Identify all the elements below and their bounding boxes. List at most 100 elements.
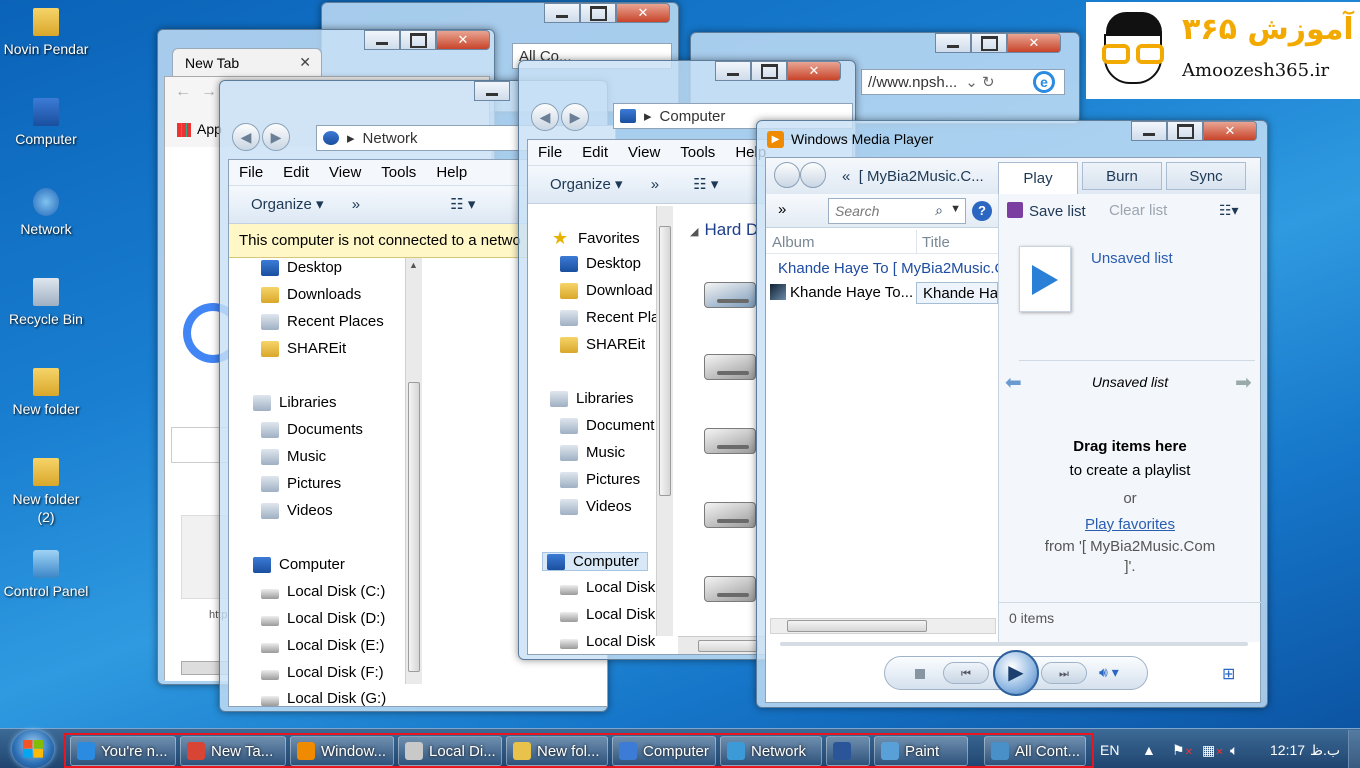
show-hidden-icons-icon[interactable]: ▲ [1142, 742, 1156, 758]
seek-bar[interactable] [780, 642, 1248, 646]
minimize-button[interactable] [1131, 121, 1167, 141]
desktop-icon-network[interactable]: Network [0, 188, 92, 238]
nav-item[interactable]: SHAREit [261, 340, 346, 357]
next-icon[interactable]: ⏭ [1041, 662, 1087, 684]
tab-burn[interactable]: Burn [1082, 162, 1162, 190]
nav-item[interactable]: Libraries [550, 390, 634, 407]
drive-icon[interactable] [704, 576, 756, 602]
drive-icon[interactable] [704, 354, 756, 380]
stop-icon[interactable] [915, 669, 925, 679]
tab-sync[interactable]: Sync [1166, 162, 1246, 190]
show-desktop-button[interactable] [1348, 730, 1360, 768]
view-options-icon[interactable]: ☷ ▾ [693, 176, 718, 193]
taskbar-button[interactable] [826, 736, 870, 766]
more-commands-icon[interactable]: » [352, 196, 360, 213]
back-button[interactable]: ◀ [232, 123, 260, 151]
maximize-button[interactable] [751, 61, 787, 81]
forward-button[interactable]: ▶ [262, 123, 290, 151]
nav-vertical-scrollbar[interactable] [656, 206, 673, 636]
menu-edit[interactable]: Edit [572, 140, 618, 165]
volume-icon[interactable]: 🔊︎ ▾ [1099, 664, 1119, 681]
forward-arrow-icon[interactable]: → [201, 83, 217, 101]
nav-item[interactable]: Local Disk (E:) [261, 637, 385, 654]
play-button[interactable]: ▶ [993, 650, 1039, 696]
refresh-icon[interactable]: ⌄ ↻ [965, 73, 994, 91]
nav-item[interactable]: Music [560, 444, 625, 461]
taskbar-button[interactable]: You're n... [70, 736, 176, 766]
organize-button[interactable]: Organize ▾ [251, 196, 324, 213]
play-favorites-link[interactable]: Play favorites [999, 516, 1261, 533]
menu-help[interactable]: Help [426, 160, 477, 185]
desktop-icon-recycle-bin[interactable]: Recycle Bin [0, 278, 92, 328]
view-options-icon[interactable]: ☷ ▾ [450, 196, 475, 213]
nav-item[interactable]: Videos [261, 502, 333, 519]
close-tab-icon[interactable]: ✕ [299, 54, 311, 71]
nav-item[interactable]: Desktop [261, 259, 342, 276]
scroll-thumb[interactable] [659, 226, 671, 496]
list-options-icon[interactable]: ☷▾ [1219, 202, 1239, 219]
next-list-arrow-icon[interactable]: ➡ [1235, 370, 1252, 395]
minimize-button[interactable] [935, 33, 971, 53]
drive-icon[interactable] [704, 428, 756, 454]
nav-vertical-scrollbar[interactable]: ▲ [405, 258, 422, 684]
taskbar-button[interactable]: Local Di... [398, 736, 502, 766]
nav-item[interactable]: Desktop [560, 255, 641, 272]
chevron-down-icon[interactable]: ▼ [950, 203, 961, 215]
minimize-button[interactable] [715, 61, 751, 81]
menu-tools[interactable]: Tools [371, 160, 426, 185]
more-commands-icon[interactable]: » [651, 176, 659, 193]
previous-icon[interactable]: ⏮ [943, 662, 989, 684]
nav-item[interactable]: Recent Places [261, 313, 384, 330]
scroll-up-icon[interactable]: ▲ [409, 260, 418, 270]
collapse-icon[interactable]: ◢ [690, 226, 698, 238]
drive-icon[interactable] [704, 282, 756, 308]
forward-button[interactable]: ▶ [561, 103, 589, 131]
menu-file[interactable]: File [528, 140, 572, 165]
help-icon[interactable]: ? [972, 201, 992, 221]
taskbar-button[interactable]: Network [720, 736, 822, 766]
back-arrow-icon[interactable]: ← [175, 83, 191, 101]
nav-item[interactable]: Documents [261, 421, 363, 438]
organize-button[interactable]: Organize ▾ [550, 176, 623, 193]
taskbar-button[interactable]: New fol... [506, 736, 608, 766]
desktop-icon-control-panel[interactable]: Control Panel [0, 550, 92, 600]
taskbar-button[interactable]: Window... [290, 736, 394, 766]
start-button[interactable] [12, 730, 54, 768]
back-button[interactable]: ◀ [531, 103, 559, 131]
nav-item[interactable]: Local Disk (G:) [261, 690, 386, 707]
nav-item[interactable]: Download [560, 282, 653, 299]
scroll-thumb[interactable] [787, 620, 927, 632]
taskbar-button[interactable]: All Cont... [984, 736, 1086, 766]
clock-time[interactable]: 12:17 [1270, 742, 1305, 758]
minimize-button[interactable] [364, 30, 400, 50]
menu-edit[interactable]: Edit [273, 160, 319, 185]
library-horizontal-scrollbar[interactable] [770, 618, 996, 634]
maximize-button[interactable] [580, 3, 616, 23]
desktop-icon-new-folder-2[interactable]: New folder (2) [0, 458, 92, 526]
nav-item[interactable]: Pictures [560, 471, 640, 488]
nav-item[interactable]: Computer [542, 552, 648, 571]
drive-icon[interactable] [704, 502, 756, 528]
ie-icon[interactable]: e [1033, 71, 1055, 93]
nav-item[interactable]: Local Disk (F:) [261, 664, 384, 681]
action-center-flag-icon[interactable]: ⚑✕ [1172, 742, 1193, 759]
switch-to-now-playing-icon[interactable]: ⊞ [1222, 664, 1235, 684]
search-input[interactable]: Search ⌕ ▼ [828, 198, 966, 224]
minimize-button[interactable] [474, 81, 510, 101]
clear-list-button[interactable]: Clear list [1109, 202, 1167, 219]
chrome-tab[interactable]: New Tab ✕ [172, 48, 322, 76]
menu-tools[interactable]: Tools [670, 140, 725, 165]
desktop-icon-computer[interactable]: Computer [0, 98, 92, 148]
minimize-button[interactable] [544, 3, 580, 23]
nav-item[interactable]: Recent Pla [560, 309, 656, 326]
desktop-icon-novin-pendar[interactable]: Novin Pendar [0, 8, 92, 58]
table-row[interactable]: Khande Haye To... Khande Hay [766, 280, 998, 306]
taskbar-button[interactable]: New Ta... [180, 736, 286, 766]
nav-item[interactable]: Local Disk [560, 579, 655, 596]
wmp-window[interactable]: ▶ Windows Media Player ✕ « [ MyBia2Music… [756, 120, 1268, 708]
network-status-icon[interactable]: ▦✕ [1202, 742, 1224, 759]
nav-item[interactable]: Videos [560, 498, 632, 515]
menu-view[interactable]: View [618, 140, 670, 165]
tab-play[interactable]: Play [998, 162, 1078, 194]
nav-item[interactable]: Computer [253, 556, 345, 573]
